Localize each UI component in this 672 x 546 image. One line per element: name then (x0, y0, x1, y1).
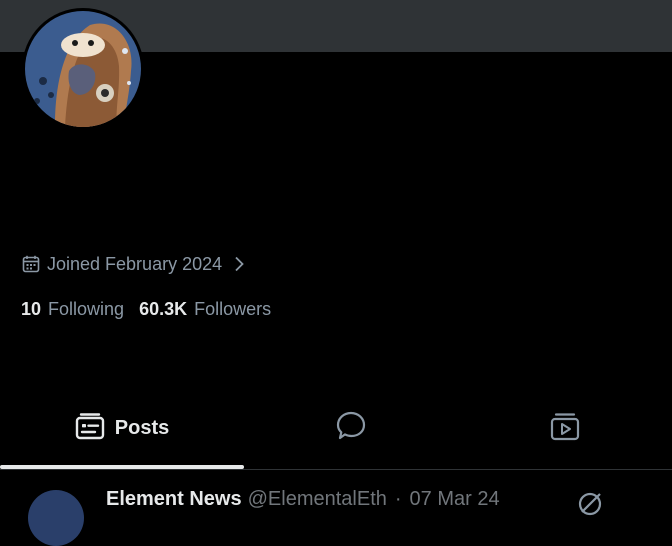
profile-avatar[interactable] (22, 8, 144, 130)
posts-icon (75, 412, 105, 445)
tab-posts-label: Posts (114, 416, 170, 439)
tweet-preview[interactable]: Element News @ElementalEth · 07 Mar 24 (28, 488, 672, 546)
tabs-divider (0, 469, 672, 470)
media-play-icon (549, 410, 581, 447)
following-count[interactable]: 10 (21, 299, 41, 320)
replies-bubble-icon (335, 410, 367, 447)
tab-media[interactable] (458, 400, 672, 456)
following-label[interactable]: Following (48, 299, 124, 320)
calendar-icon (22, 255, 40, 273)
chevron-right-icon (234, 256, 244, 272)
joined-date-text: Joined February 2024 (47, 253, 223, 274)
grok-icon[interactable] (576, 490, 604, 523)
avatar-image (25, 11, 141, 127)
tab-posts[interactable]: Posts (0, 400, 244, 456)
followers-label[interactable]: Followers (194, 299, 271, 320)
profile-stats: 10 Following 60.3K Followers (21, 297, 286, 321)
profile-tabs: Posts (0, 400, 672, 468)
joined-date-row[interactable]: Joined February 2024 (22, 252, 244, 276)
tab-replies[interactable] (244, 400, 458, 456)
tweet-author-avatar[interactable] (28, 490, 84, 546)
followers-count[interactable]: 60.3K (139, 299, 187, 320)
